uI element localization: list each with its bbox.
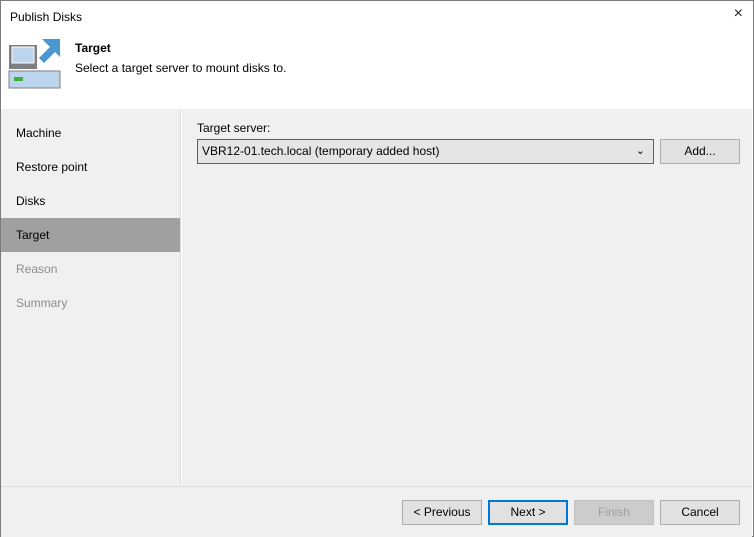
step-summary: Summary <box>16 296 68 310</box>
close-icon[interactable]: × <box>734 5 743 23</box>
step-restore-point[interactable]: Restore point <box>1 150 180 184</box>
wizard-steps: Machine Restore point Disks Target Reaso… <box>1 109 181 486</box>
footer: < Previous Next > Finish Cancel <box>1 486 752 537</box>
publish-disks-window: Publish Disks × Target Select a target s… <box>0 0 754 537</box>
finish-button: Finish <box>574 500 654 525</box>
page-title: Target <box>75 41 111 55</box>
step-disks[interactable]: Disks <box>1 184 180 218</box>
target-server-select[interactable]: VBR12-01.tech.local (temporary added hos… <box>197 139 654 164</box>
add-server-button[interactable]: Add... <box>660 139 740 164</box>
window-title: Publish Disks <box>10 10 83 24</box>
next-button[interactable]: Next > <box>488 500 568 525</box>
publish-disk-icon <box>8 39 61 89</box>
target-server-label: Target server: <box>197 121 271 135</box>
previous-button[interactable]: < Previous <box>402 500 482 525</box>
step-machine[interactable]: Machine <box>1 116 180 150</box>
chevron-down-icon: ⌄ <box>635 145 645 157</box>
step-reason: Reason <box>16 262 58 276</box>
page-subtitle: Select a target server to mount disks to… <box>75 61 287 75</box>
target-server-value: VBR12-01.tech.local (temporary added hos… <box>202 144 440 158</box>
step-target[interactable]: Target <box>1 218 180 252</box>
target-panel: Target server: VBR12-01.tech.local (temp… <box>182 109 752 486</box>
cancel-button[interactable]: Cancel <box>660 500 740 525</box>
